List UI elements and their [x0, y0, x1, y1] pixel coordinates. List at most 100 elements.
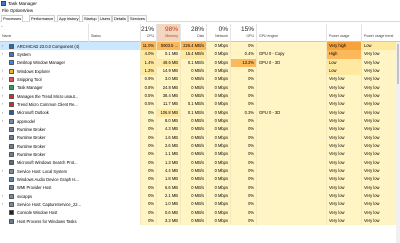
process-row[interactable]: Microsoft Windows Search Prot... 0% 1.3 MB… — [0, 158, 400, 167]
process-name: svcapps — [17, 193, 33, 199]
network-cell: 0 Mbps — [206, 133, 230, 142]
menu-options[interactable]: Options — [10, 8, 24, 13]
gpu-cell: 0% — [230, 91, 256, 101]
memory-cell: 5903.5 ... — [156, 42, 180, 51]
process-row[interactable]: › Trend Micro Common Client Re... 0.5% 11.7… — [0, 100, 400, 109]
trend-micro-icon — [9, 101, 14, 107]
process-row[interactable]: Runtime Broker 0% 4.3 MB 0 MB/s 0 Mbps 0% Very… — [0, 125, 400, 134]
process-row[interactable]: › Windows Explorer 1.2% 14.9 MB 0 MB/s 0 Mbps… — [0, 66, 400, 76]
tab-users[interactable]: Users — [98, 15, 113, 22]
process-row[interactable]: › Snipping Tool 0.9% 3.0 MB 0 MB/s 0 Mbps 0% Ve… — [0, 75, 400, 84]
expand-chevron-icon[interactable]: › — [2, 102, 3, 106]
expand-chevron-icon[interactable]: › — [2, 44, 3, 48]
process-row[interactable]: Runtime Broker 0% 2.6 MB 0 MB/s 0 Mbps 0% Very… — [0, 141, 400, 151]
menu-file[interactable]: File — [2, 8, 9, 13]
expand-chevron-icon[interactable]: › — [2, 86, 3, 90]
expand-chevron-icon[interactable]: › — [2, 202, 3, 206]
process-row[interactable]: › svcapps 0% 2.1 MB 0 MB/s 0 Mbps 0% Very low Ve… — [0, 191, 400, 201]
process-row[interactable]: › Task Manager 0.8% 24.8 MB 0 MB/s 0 Mbps 0% Ve… — [0, 83, 400, 92]
expand-chevron-icon[interactable]: › — [2, 194, 3, 198]
memory-cell: 24.8 MB — [156, 83, 180, 92]
column-gpu-engine[interactable]: GPU engine — [256, 24, 326, 42]
column-gpu[interactable]: 15% GPU — [230, 24, 256, 42]
column-status[interactable]: Status — [88, 24, 140, 42]
gpu-engine-cell: GPU 0 - Copy — [256, 50, 326, 59]
archicad-icon — [9, 43, 14, 49]
expand-chevron-icon[interactable]: › — [2, 169, 3, 173]
power-usage-cell: Very low — [326, 150, 361, 159]
power-usage-trend-cell: Very low — [361, 183, 396, 192]
power-usage-cell: Very low — [326, 183, 361, 192]
memory-cell: 4.3 MB — [156, 125, 180, 134]
system-icon — [9, 51, 14, 57]
power-usage-trend-cell: Very low — [361, 166, 396, 176]
gear-icon — [9, 168, 14, 174]
cpu-cell: 1.4% — [140, 58, 156, 67]
tab-processes[interactable]: Processes — [1, 15, 24, 22]
power-usage-cell: Very low — [326, 166, 361, 176]
power-usage-trend-cell: Very low — [361, 191, 396, 201]
power-usage-cell: Very low — [326, 133, 361, 142]
wmi-icon — [9, 185, 14, 191]
power-usage-cell: Very low — [326, 158, 361, 167]
gpu-engine-cell — [256, 42, 326, 51]
gpu-engine-cell: GPU 0 - 3D — [256, 108, 326, 117]
process-row[interactable]: › Microsoft Outlook 0% 106.8 MB 0.1 MB/s 0 Mb… — [0, 108, 400, 117]
runtime-broker-icon — [9, 143, 14, 149]
process-row[interactable]: Runtime Broker 0% 1.1 MB 0 MB/s 0 Mbps 0% Very… — [0, 150, 400, 159]
tab-details[interactable]: Details — [112, 15, 128, 22]
gpu-engine-cell — [256, 150, 326, 159]
gpu-cell: 0% — [230, 175, 256, 184]
process-row[interactable]: WMI Provider Host 0% 6.6 MB 0 MB/s 0 Mbps 0% V… — [0, 183, 400, 192]
process-row[interactable]: Desktop Window Manager 1.4% 49.6 MB 0.1 MB/… — [0, 58, 400, 67]
process-row[interactable]: › System 4.0% 0.1 MB 15.4 MB/s 0 Mbps 0.4% GPU … — [0, 50, 400, 59]
memory-cell: 2.1 MB — [156, 191, 180, 201]
expand-chevron-icon[interactable]: › — [2, 119, 3, 123]
process-row[interactable]: › Manages the Trend Micro unaut... 0.5% 38.… — [0, 91, 400, 101]
expand-chevron-icon[interactable]: › — [2, 94, 3, 98]
expand-chevron-icon[interactable]: › — [2, 77, 3, 81]
gpu-engine-cell — [256, 116, 326, 126]
tab-startup[interactable]: Startup — [82, 15, 99, 22]
expand-chevron-icon[interactable]: › — [2, 69, 3, 73]
column-memory[interactable]: 98% Memory — [156, 24, 180, 42]
process-row[interactable]: › Service Host: Local System 0% 4.4 MB 0 MB/… — [0, 166, 400, 176]
column-disk[interactable]: 28% Disk — [180, 24, 206, 42]
process-name: Desktop Window Manager — [17, 60, 66, 66]
process-row[interactable]: Console Window Host 0% 0.6 MB 0 MB/s 0 Mbps 0… — [0, 208, 400, 217]
disk-cell: 226.4 MB/s — [180, 42, 206, 51]
cpu-cell: 0% — [140, 183, 156, 192]
column-cpu[interactable]: 21% CPU — [140, 24, 156, 42]
expand-chevron-icon[interactable]: › — [2, 52, 3, 56]
cpu-cell: 0.5% — [140, 91, 156, 101]
process-row[interactable]: Windows Audio Device Graph Is... 0% 1.8 MB… — [0, 175, 400, 184]
column-power-usage-trend[interactable]: Power usage trend — [361, 24, 396, 42]
scrollbar-thumb[interactable] — [397, 44, 399, 84]
power-usage-trend-cell: Very low — [361, 108, 396, 117]
tab-app-history[interactable]: App history — [57, 15, 81, 22]
process-row[interactable]: › appmodel 0% 8.0 MB 0 MB/s 0 Mbps 0% Very low V… — [0, 116, 400, 126]
task-manager-app-icon — [1, 1, 6, 6]
disk-cell: 15.4 MB/s — [180, 50, 206, 59]
process-row[interactable]: Host Process for Windows Tasks 0% 3.3 MB 0 … — [0, 216, 400, 226]
column-power-usage[interactable]: Power usage — [326, 24, 361, 42]
tab-services[interactable]: Services — [128, 15, 147, 22]
process-row[interactable]: › ARCHICAD 23.0.0 Component (4) 11.0% 5903.… — [0, 42, 400, 51]
column-name[interactable]: ^ Name — [0, 24, 88, 42]
tab-performance[interactable]: Performance — [29, 15, 56, 22]
menu-view[interactable]: View — [24, 8, 33, 13]
expand-chevron-icon[interactable]: › — [2, 111, 3, 115]
memory-cell: 1.3 MB — [156, 158, 180, 167]
power-usage-cell: Very low — [326, 125, 361, 134]
process-name: Microsoft Outlook — [17, 110, 49, 116]
gpu-engine-cell — [256, 191, 326, 201]
column-network[interactable]: 0% Network — [206, 24, 230, 42]
title-bar: Task Manager — [0, 0, 400, 7]
gpu-engine-cell — [256, 183, 326, 192]
memory-cell: 0.6 MB — [156, 208, 180, 217]
process-row[interactable]: › Service Host: CaptureService_22... 0% 1.0… — [0, 200, 400, 209]
process-row[interactable]: Runtime Broker 0% 1.6 MB 0 MB/s 0 Mbps 0% Very… — [0, 133, 400, 142]
audio-icon — [9, 176, 14, 182]
cpu-cell: 0% — [140, 158, 156, 167]
vertical-scrollbar[interactable] — [396, 42, 400, 243]
